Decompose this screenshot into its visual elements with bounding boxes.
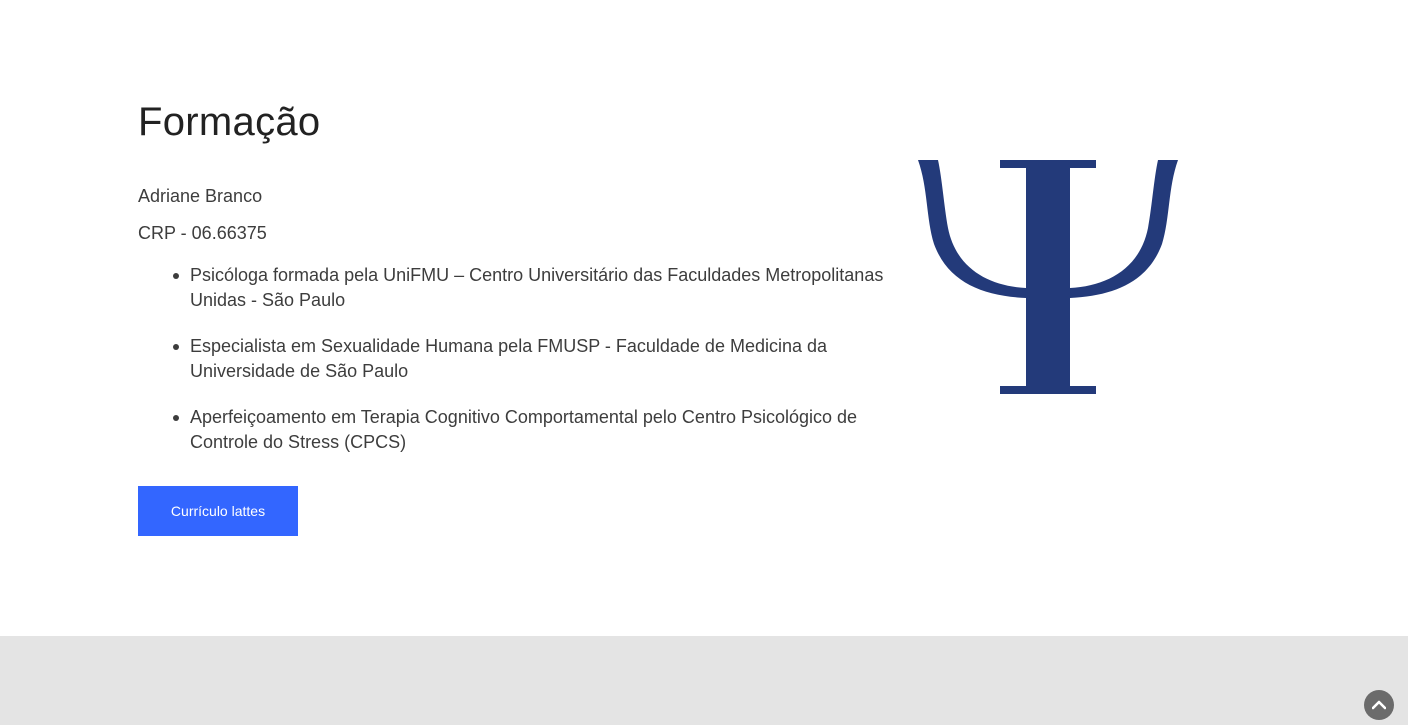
bullet-icon bbox=[173, 415, 179, 421]
list-item-text: Aperfeiçoamento em Terapia Cognitivo Com… bbox=[190, 407, 858, 452]
person-name: Adriane Branco bbox=[138, 186, 263, 206]
list-item: Especialista em Sexualidade Humana pela … bbox=[173, 334, 890, 384]
section-title: Formação bbox=[138, 100, 321, 144]
list-item: Aperfeiçoamento em Terapia Cognitivo Com… bbox=[173, 405, 890, 455]
curriculo-lattes-button[interactable]: Currículo lattes bbox=[138, 486, 298, 536]
page: Formação Adriane Branco CRP - 06.66375 P… bbox=[0, 0, 1408, 725]
bullet-icon bbox=[173, 344, 179, 350]
qualifications-list: Psicóloga formada pela UniFMU – Centro U… bbox=[138, 263, 898, 455]
chevron-up-icon bbox=[1372, 700, 1386, 710]
scroll-to-top-button[interactable] bbox=[1364, 690, 1394, 720]
formacao-content: Formação Adriane Branco CRP - 06.66375 P… bbox=[138, 96, 898, 476]
crp-number: CRP - 06.66375 bbox=[138, 223, 267, 243]
footer-section bbox=[0, 636, 1408, 725]
list-item-text: Especialista em Sexualidade Humana pela … bbox=[190, 336, 828, 381]
list-item: Psicóloga formada pela UniFMU – Centro U… bbox=[173, 263, 890, 313]
list-item-text: Psicóloga formada pela UniFMU – Centro U… bbox=[190, 265, 884, 310]
psi-symbol-icon bbox=[918, 160, 1178, 394]
bullet-icon bbox=[173, 273, 179, 279]
